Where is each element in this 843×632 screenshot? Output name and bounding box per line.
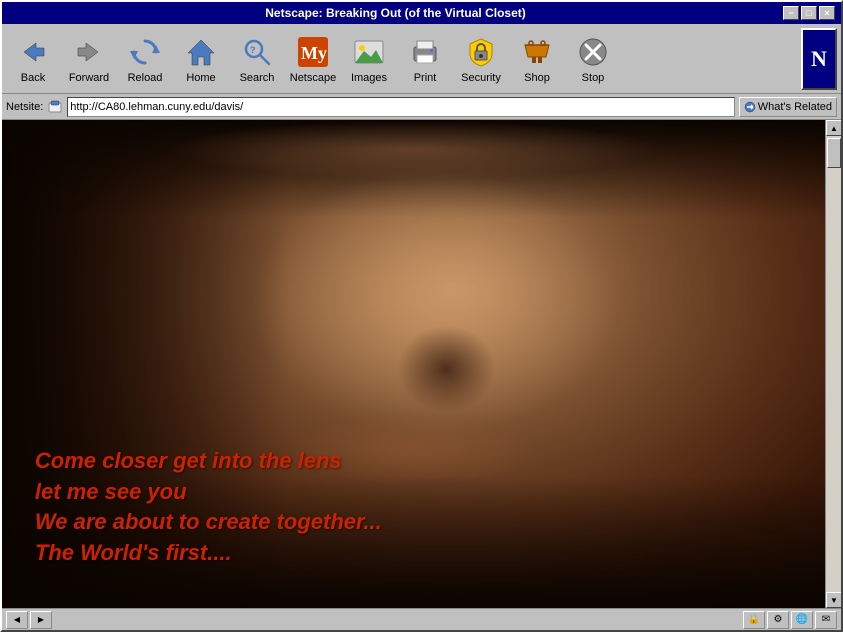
status-icon-3[interactable]: 🌐: [791, 611, 813, 629]
home-button[interactable]: Home: [174, 28, 228, 90]
scroll-down-button[interactable]: ▼: [826, 592, 841, 608]
shop-button[interactable]: Shop: [510, 28, 564, 90]
home-icon: [183, 34, 219, 70]
images-label: Images: [351, 72, 387, 84]
status-icon-1[interactable]: 🔒: [743, 611, 765, 629]
browser-window: Netscape: Breaking Out (of the Virtual C…: [0, 0, 843, 632]
search-label: Search: [240, 72, 275, 84]
netsite-label: Netsite:: [6, 101, 43, 113]
netscape-icon: My: [295, 34, 331, 70]
netscape-label: Netscape: [290, 72, 336, 84]
scroll-thumb[interactable]: [827, 138, 841, 168]
reload-button[interactable]: Reload: [118, 28, 172, 90]
webpage[interactable]: Come closer get into the lens let me see…: [2, 120, 825, 608]
back-label: Back: [21, 72, 45, 84]
status-icon-4[interactable]: ✉: [815, 611, 837, 629]
back-button[interactable]: Back: [6, 28, 60, 90]
stop-label: Stop: [582, 72, 605, 84]
scroll-up-button[interactable]: ▲: [826, 120, 841, 136]
print-button[interactable]: Print: [398, 28, 452, 90]
netscape-button[interactable]: My Netscape: [286, 28, 340, 90]
whats-related-label: What's Related: [758, 101, 832, 113]
forward-button[interactable]: Forward: [62, 28, 116, 90]
images-button[interactable]: Images: [342, 28, 396, 90]
reload-icon: [127, 34, 163, 70]
images-icon: [351, 34, 387, 70]
print-icon: [407, 34, 443, 70]
text-line-1: Come closer get into the lens: [35, 446, 382, 477]
stop-button[interactable]: Stop: [566, 28, 620, 90]
text-line-2: let me see you: [35, 477, 382, 508]
shop-icon: [519, 34, 555, 70]
forward-label: Forward: [69, 72, 109, 84]
page-overlay-text: Come closer get into the lens let me see…: [35, 446, 382, 569]
toolbar: Back Forward Reload: [2, 24, 841, 94]
svg-text:?: ?: [250, 45, 256, 55]
title-bar-controls: − □ ×: [783, 6, 835, 20]
netscape-logo[interactable]: N: [801, 28, 837, 90]
scroll-track[interactable]: [826, 136, 841, 592]
reload-label: Reload: [128, 72, 163, 84]
security-icon: [463, 34, 499, 70]
shop-label: Shop: [524, 72, 550, 84]
status-nav-fwd[interactable]: ▶: [30, 611, 52, 629]
minimize-button[interactable]: −: [783, 6, 799, 20]
window-title: Netscape: Breaking Out (of the Virtual C…: [8, 6, 783, 20]
close-button[interactable]: ×: [819, 6, 835, 20]
netscape-n-letter: N: [811, 46, 827, 72]
search-button[interactable]: ? Search: [230, 28, 284, 90]
security-label: Security: [461, 72, 501, 84]
text-line-3: We are about to create together...: [35, 507, 382, 538]
security-button[interactable]: Security: [454, 28, 508, 90]
home-label: Home: [186, 72, 215, 84]
search-icon: ?: [239, 34, 275, 70]
whats-related-button[interactable]: What's Related: [739, 97, 837, 117]
status-bar: ◀ ▶ 🔒 ⚙ 🌐 ✉: [2, 608, 841, 630]
text-line-4: The World's first....: [35, 538, 382, 569]
status-nav-back[interactable]: ◀: [6, 611, 28, 629]
maximize-button[interactable]: □: [801, 6, 817, 20]
nose-shadow: [397, 325, 496, 413]
back-icon: [15, 34, 51, 70]
forward-icon: [71, 34, 107, 70]
status-icon-2[interactable]: ⚙: [767, 611, 789, 629]
url-input[interactable]: [67, 97, 734, 117]
title-bar: Netscape: Breaking Out (of the Virtual C…: [2, 2, 841, 24]
vertical-scrollbar: ▲ ▼: [825, 120, 841, 608]
svg-text:My: My: [301, 43, 327, 63]
forehead-detail: [167, 120, 661, 179]
status-icons: 🔒 ⚙ 🌐 ✉: [743, 611, 837, 629]
status-left: ◀ ▶: [6, 611, 52, 629]
content-area: Come closer get into the lens let me see…: [2, 120, 841, 608]
whats-related-icon: [744, 101, 756, 113]
stop-icon: [575, 34, 611, 70]
address-bar: Netsite: What's Related: [2, 94, 841, 120]
print-label: Print: [414, 72, 437, 84]
url-icon: [47, 99, 63, 115]
main-content: Come closer get into the lens let me see…: [2, 120, 825, 608]
